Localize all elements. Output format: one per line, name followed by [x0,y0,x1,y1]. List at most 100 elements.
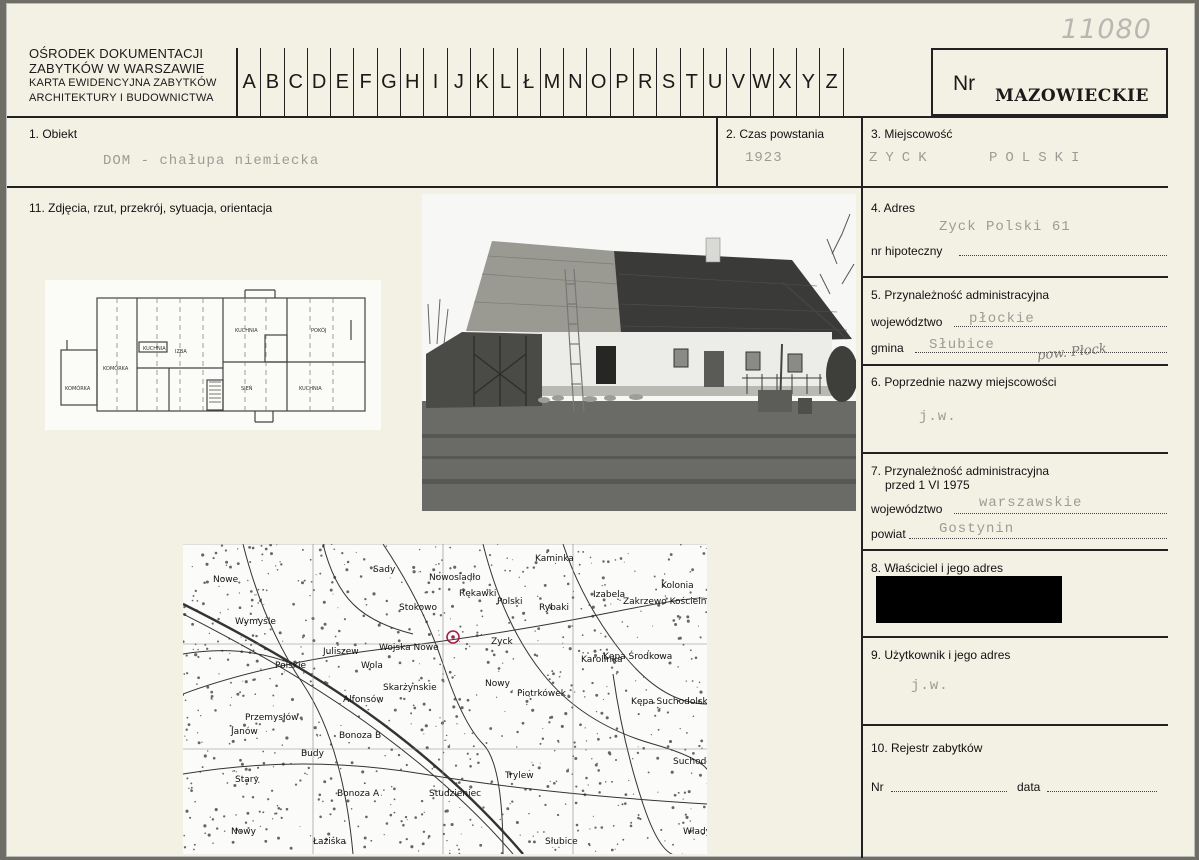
map-label: Alfonsów [343,694,384,705]
divider [861,724,1168,726]
plan-label-1: KOMÓRKA [65,385,91,392]
plan-label-7: POKÓJ [311,327,326,334]
house-photo-image [422,194,856,511]
map-label: Stary [235,775,259,785]
index-letter-22: W [751,48,774,116]
register-nr-line [891,791,1007,792]
map-label: Przemysłów [245,712,298,723]
index-letter-12: Ł [518,48,541,116]
location-map-drawing: Nowe Sady Nowosiadło Kaminka RękawkiPolski Ry… [183,544,707,854]
index-letter-25: Z [820,48,844,116]
prev-names-label: 6. Poprzednie nazwy miejscowości [871,375,1057,389]
divider [861,276,1168,278]
index-letter-15: O [587,48,611,116]
place-label: 3. Miejscowość [871,127,953,141]
house-photo [422,194,856,511]
map-label: Kolonia [661,581,694,591]
admin-old-label-1: 7. Przynależność administracyjna [871,464,1050,478]
owner-label: 8. Właściciel i jego adres [871,561,1004,575]
voivodeship-label: województwo [871,315,943,329]
map-label: Budy [301,749,325,759]
index-letter-23: X [774,48,798,116]
register-nr-label: Nr [871,780,884,794]
index-letter-20: U [704,48,728,116]
register-label: 10. Rejestr zabytków [871,741,983,755]
plan-label-8: KUCHNIA [143,346,166,352]
map-label: Polski [497,597,523,607]
plan-label-5: KUCHNIA [235,328,258,334]
index-letter-6: G [378,48,402,116]
map-label: Rękawki [459,589,496,599]
record-card: OŚRODEK DOKUMENTACJI ZABYTKÓW W WARSZAWI… [6,3,1195,858]
divider [7,116,1168,118]
index-letter-1: B [261,48,285,116]
map-label: Władysławów [683,826,707,837]
index-letter-7: H [401,48,425,116]
index-letter-14: N [564,48,588,116]
plan-label-6: KUCHNIA [299,386,322,392]
place-value: ZYCK POLSKI [869,150,1088,166]
map-label: Zakrzewo Kościelne [623,596,707,607]
map-label: Studzieniec [429,789,481,799]
time-value: 1923 [745,150,783,166]
institution-line-2: ZABYTKÓW W WARSZAWIE [29,61,205,76]
photos-label: 11. Zdjęcia, rzut, przekrój, sytuacja, o… [29,201,273,215]
institution-line-1: OŚRODEK DOKUMENTACJI [29,46,204,61]
plan-label-4: IZBA [175,349,187,355]
floor-plan-drawing: KOMÓRKA KOMÓRKA SIEŃ IZBA KUCHNIA KUCHNI… [60,289,366,423]
user-value: j.w. [911,678,949,694]
commune-note: pow. Płock [1036,341,1108,364]
admin-old-label-2: przed 1 VI 1975 [885,478,970,492]
map-label: Trylew [504,771,534,781]
floor-plan: KOMÓRKA KOMÓRKA SIEŃ IZBA KUCHNIA KUCHNI… [45,280,381,430]
map-label: Nowosiadło [429,573,481,583]
index-letter-4: E [331,48,355,116]
voivodeship-old-label: województwo [871,502,943,516]
mortgage-label: nr hipoteczny [871,244,943,258]
map-label: Janów [230,726,258,737]
register-date-label: data [1017,780,1041,794]
commune-label: gmina [871,341,904,355]
index-letter-8: I [424,48,448,116]
map-label: Nowy [231,827,257,837]
voivodeship-value: płockie [969,311,1035,327]
object-value: DOM - chałupa niemiecka [103,153,320,169]
index-letter-0: A [238,48,262,116]
plan-label-2: KOMÓRKA [103,365,129,372]
divider [716,116,718,188]
voivodeship-old-value: warszawskie [979,495,1083,511]
mortgage-line [959,255,1167,256]
map-label: Bonoza A [337,789,380,799]
index-letter-18: S [657,48,681,116]
map-label: Kępa Suchodolska [631,697,707,707]
address-label: 4. Adres [871,201,916,215]
prev-names-value: j.w. [919,409,957,425]
institution-block: OŚRODEK DOKUMENTACJI ZABYTKÓW W WARSZAWI… [29,46,217,106]
index-letter-9: J [448,48,471,116]
district-line [909,538,1167,539]
map-label: Nowy [485,679,511,689]
divider [7,186,1168,188]
divider [861,636,1168,638]
institution-line-4: ARCHITEKTURY I BUDOWNICTWA [29,92,214,104]
index-letter-17: R [634,48,658,116]
index-letter-24: Y [797,48,821,116]
index-letter-2: C [285,48,308,116]
institution-line-3: KARTA EWIDENCYJNA ZABYTKÓW [29,77,217,89]
district-label: powiat [871,527,906,541]
index-letter-5: F [354,48,378,116]
admin-label: 5. Przynależność administracyjna [871,288,1050,302]
register-date-line [1047,791,1157,792]
map-label: Słubice [545,837,578,847]
location-map: Nowe Sady Nowosiadło Kaminka Rękawki Polski Ry… [183,544,707,854]
alphabet-index: ABCDEFGHIJKLŁMNOPRSTUVWXYZ [236,48,844,116]
plan-label-3: SIEŃ [241,385,253,392]
map-label: Polskie [275,661,307,671]
map-label: Kaminka [535,554,574,564]
map-label: Skarżynskie [383,683,437,693]
voivodeship-old-line [954,513,1167,514]
map-label: Sady [373,565,396,575]
commune-value: Słubice [929,337,995,353]
map-label: Bonoza B [339,731,381,741]
index-letter-16: P [611,48,635,116]
